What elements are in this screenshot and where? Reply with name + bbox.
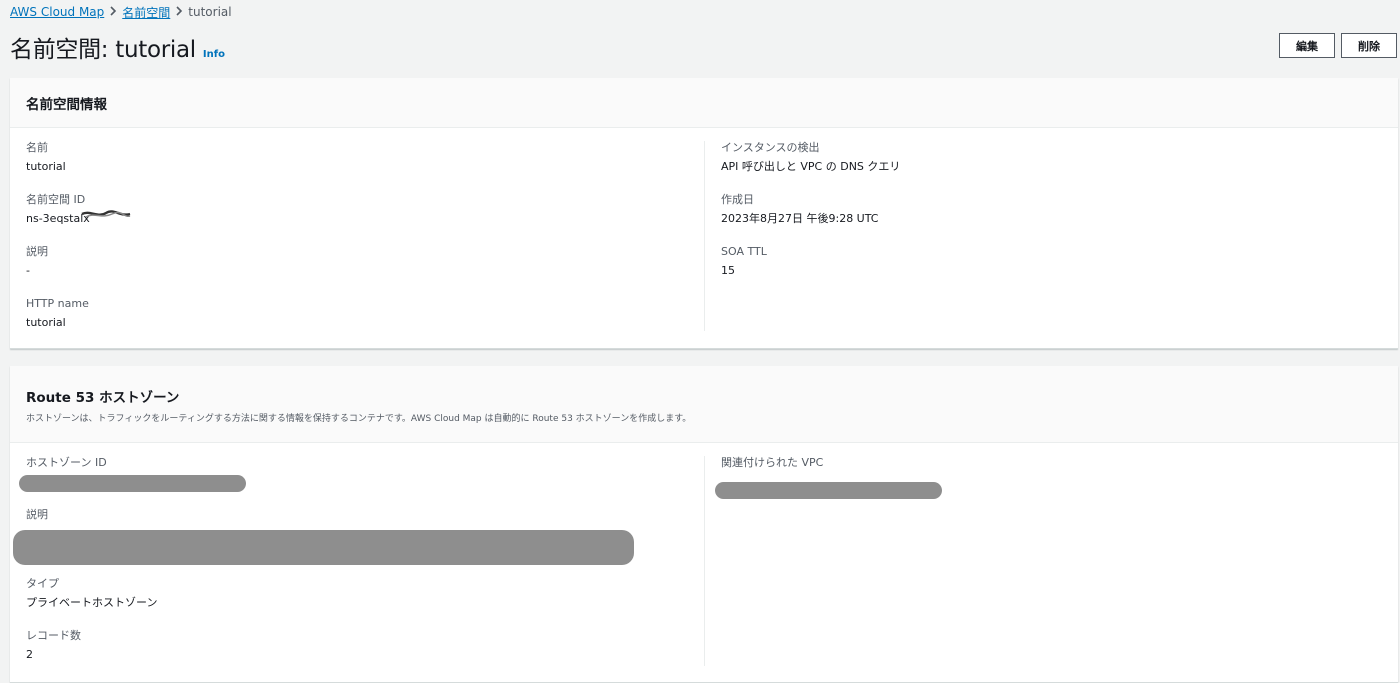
page-title: 名前空間: tutorial	[10, 37, 196, 63]
field-value: 15	[721, 264, 735, 277]
namespace-info-right-column: インスタンスの検出 API 呼び出しと VPC の DNS クエリ 作成日 20…	[704, 141, 1398, 331]
namespace-info-left-column: 名前 tutorial 名前空間 ID ns-3eqstalx 説明 - HTT…	[10, 141, 704, 349]
redacted-block	[715, 482, 942, 499]
panel-title: Route 53 ホストゾーン	[26, 390, 180, 406]
hosted-zone-right-column: 関連付けられた VPC	[704, 456, 1398, 666]
field-value: API 呼び出しと VPC の DNS クエリ	[721, 160, 901, 173]
field-description: 説明	[13, 508, 704, 577]
breadcrumb-link-cloud-map[interactable]: AWS Cloud Map	[10, 5, 104, 19]
field-namespace-id: 名前空間 ID ns-3eqstalx	[26, 193, 704, 245]
delete-button[interactable]: 削除	[1341, 33, 1397, 58]
field-label: ホストゾーン ID	[26, 456, 107, 469]
field-label: 名前空間 ID	[26, 193, 86, 206]
field-description: 説明 -	[26, 245, 704, 297]
field-record-count: レコード数 2	[26, 629, 704, 681]
field-created-date: 作成日 2023年8月27日 午後9:28 UTC	[721, 193, 1398, 245]
field-label: インスタンスの検出	[721, 141, 820, 154]
field-soa-ttl: SOA TTL 15	[721, 245, 1398, 297]
panel-header: 名前空間情報	[10, 78, 1398, 128]
field-instance-discovery: インスタンスの検出 API 呼び出しと VPC の DNS クエリ	[721, 141, 1398, 193]
field-label: 関連付けられた VPC	[721, 456, 824, 469]
hosted-zone-left-column: ホストゾーン ID 説明 タイプ プライベートホストゾーン レコード数 2	[10, 456, 704, 681]
redacted-block	[13, 530, 634, 565]
field-associated-vpc: 関連付けられた VPC	[715, 456, 1398, 508]
field-http-name: HTTP name tutorial	[26, 297, 704, 349]
chevron-right-icon	[104, 5, 122, 19]
field-value: tutorial	[26, 160, 66, 173]
field-type: タイプ プライベートホストゾーン	[26, 577, 704, 629]
panel-header: Route 53 ホストゾーン ホストゾーンは、トラフィックをルーティングする方…	[10, 366, 1398, 443]
namespace-info-panel: 名前空間情報 名前 tutorial 名前空間 ID ns-3eqstalx 説…	[10, 78, 1398, 349]
field-label: SOA TTL	[721, 245, 767, 258]
chevron-right-icon	[170, 5, 188, 19]
redaction-scribble	[81, 210, 131, 218]
panel-title: 名前空間情報	[26, 97, 107, 113]
breadcrumb: AWS Cloud Map 名前空間 tutorial	[10, 4, 232, 20]
field-name: 名前 tutorial	[26, 141, 704, 193]
field-label: HTTP name	[26, 297, 89, 310]
field-value: tutorial	[26, 316, 66, 329]
field-hosted-zone-id: ホストゾーン ID	[19, 456, 704, 508]
field-value: プライベートホストゾーン	[26, 596, 158, 609]
page-header: 名前空間: tutorial Info	[10, 30, 225, 64]
breadcrumb-current: tutorial	[188, 5, 232, 19]
route53-hosted-zone-panel: Route 53 ホストゾーン ホストゾーンは、トラフィックをルーティングする方…	[10, 366, 1398, 683]
field-value: 2	[26, 648, 33, 661]
field-label: 説明	[26, 245, 48, 258]
field-value: 2023年8月27日 午後9:28 UTC	[721, 212, 879, 225]
field-value: -	[26, 264, 30, 277]
field-label: 説明	[26, 508, 48, 521]
header-actions: 編集 削除	[1279, 33, 1397, 58]
redacted-block	[19, 475, 246, 492]
field-label: タイプ	[26, 577, 59, 590]
panel-description: ホストゾーンは、トラフィックをルーティングする方法に関する情報を保持するコンテナ…	[26, 414, 692, 424]
field-label: 名前	[26, 141, 48, 154]
info-link[interactable]: Info	[203, 49, 225, 60]
breadcrumb-link-namespaces[interactable]: 名前空間	[122, 4, 170, 21]
field-label: 作成日	[721, 193, 754, 206]
field-label: レコード数	[26, 629, 81, 642]
edit-button[interactable]: 編集	[1279, 33, 1335, 58]
